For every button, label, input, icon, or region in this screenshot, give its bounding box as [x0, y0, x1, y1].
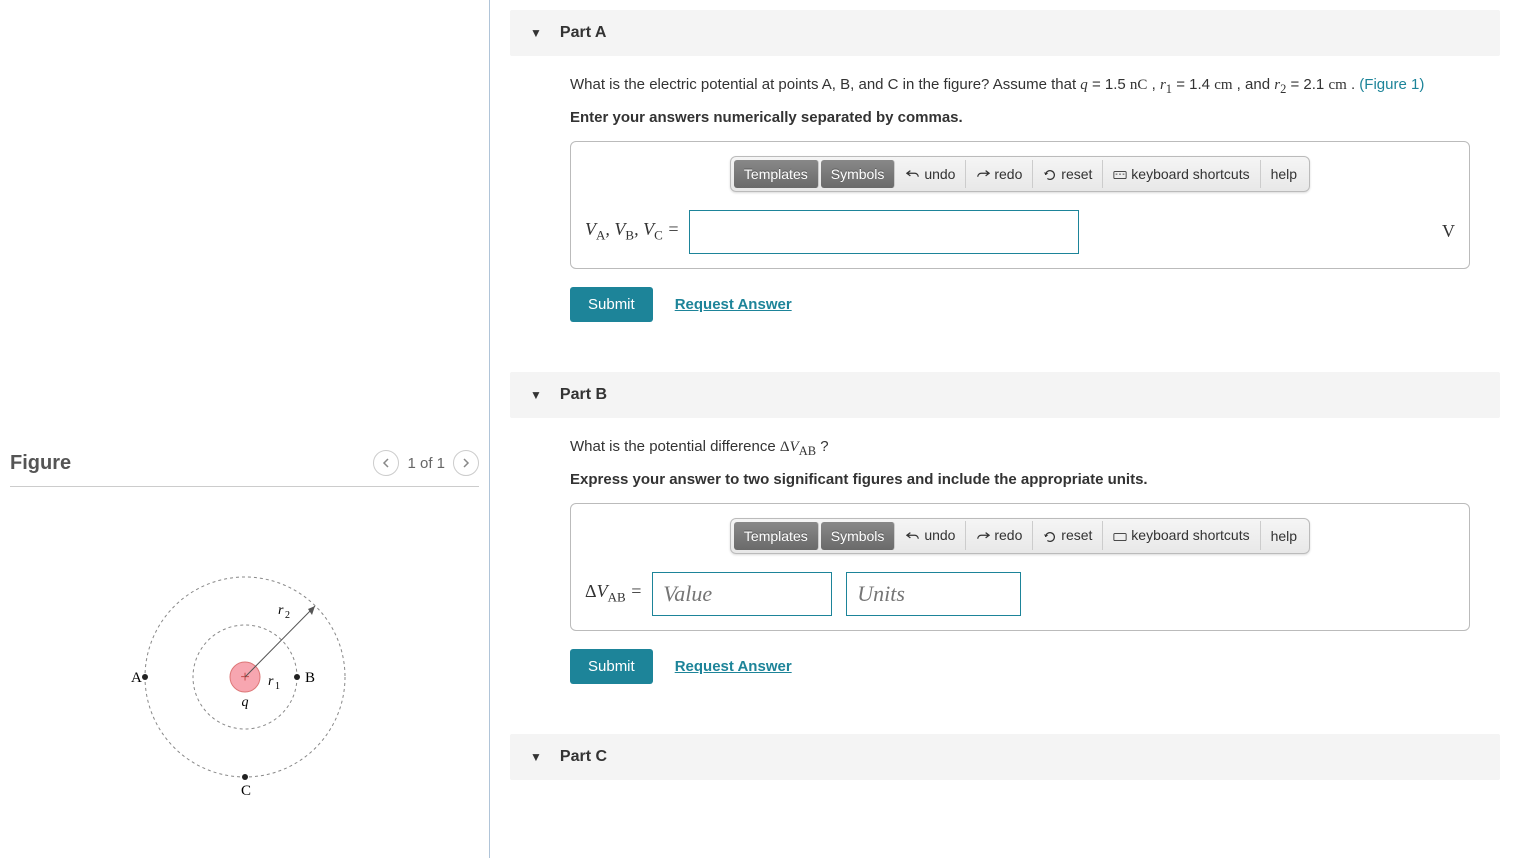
caret-down-icon: ▼ — [530, 388, 542, 402]
svg-text:+: + — [240, 669, 249, 686]
svg-text:1: 1 — [275, 681, 280, 692]
svg-text:2: 2 — [285, 610, 290, 621]
svg-text:r: r — [268, 674, 274, 689]
figure-link[interactable]: (Figure 1) — [1359, 76, 1424, 93]
reset-button[interactable]: reset — [1033, 160, 1103, 188]
undo-button[interactable]: undo — [896, 160, 966, 188]
caret-down-icon: ▼ — [530, 26, 542, 40]
reset-icon — [1043, 168, 1057, 182]
redo-button[interactable]: redo — [966, 521, 1033, 549]
undo-icon — [906, 530, 920, 544]
part-b-units-input[interactable] — [846, 572, 1021, 616]
figure-diagram: + q r 2 r 1 A B C — [10, 547, 479, 827]
part-b-value-input[interactable] — [652, 572, 832, 616]
part-a-answer-input[interactable] — [689, 210, 1079, 254]
part-a-instruction: Enter your answers numerically separated… — [570, 109, 1470, 126]
part-b-question: What is the potential difference ΔVAB ? — [570, 436, 1470, 461]
part-a-answer-label: VA, VB, VC = — [585, 219, 679, 244]
redo-button[interactable]: redo — [966, 160, 1033, 188]
svg-text:r: r — [278, 603, 284, 618]
figure-next-button[interactable] — [453, 450, 479, 476]
part-b-header[interactable]: ▼ Part B — [510, 372, 1500, 418]
part-a-title: Part A — [560, 24, 607, 42]
keyboard-shortcuts-button[interactable]: keyboard shortcuts — [1103, 160, 1260, 188]
part-b-answer-label: ΔVAB = — [585, 581, 642, 606]
part-c-header[interactable]: ▼ Part C — [510, 734, 1500, 780]
svg-text:C: C — [241, 783, 251, 799]
part-a-answer-box: Templates Symbols undo redo reset — [570, 141, 1470, 269]
part-a-header[interactable]: ▼ Part A — [510, 10, 1500, 56]
answer-toolbar: Templates Symbols undo redo reset — [730, 156, 1310, 192]
part-a-unit: V — [1442, 221, 1455, 242]
part-c-title: Part C — [560, 748, 607, 766]
symbols-button[interactable]: Symbols — [821, 522, 896, 550]
figure-prev-button[interactable] — [373, 450, 399, 476]
keyboard-icon — [1113, 530, 1127, 544]
reset-button[interactable]: reset — [1033, 521, 1103, 549]
svg-text:A: A — [131, 670, 142, 686]
submit-button[interactable]: Submit — [570, 287, 653, 322]
svg-text:q: q — [241, 695, 248, 710]
submit-button[interactable]: Submit — [570, 649, 653, 684]
help-button[interactable]: help — [1261, 160, 1307, 188]
redo-icon — [976, 168, 990, 182]
part-b-title: Part B — [560, 386, 607, 404]
figure-title: Figure — [10, 452, 71, 475]
symbols-button[interactable]: Symbols — [821, 160, 896, 188]
request-answer-link[interactable]: Request Answer — [675, 658, 792, 675]
redo-icon — [976, 530, 990, 544]
figure-nav-text: 1 of 1 — [407, 455, 445, 472]
figure-nav: 1 of 1 — [373, 450, 479, 476]
reset-icon — [1043, 530, 1057, 544]
chevron-left-icon — [381, 458, 391, 468]
answer-toolbar: Templates Symbols undo redo reset — [730, 518, 1310, 554]
part-b-instruction: Express your answer to two significant f… — [570, 471, 1470, 488]
keyboard-icon — [1113, 168, 1127, 182]
part-b-answer-box: Templates Symbols undo redo reset — [570, 503, 1470, 631]
chevron-right-icon — [461, 458, 471, 468]
templates-button[interactable]: Templates — [734, 160, 819, 188]
keyboard-shortcuts-button[interactable]: keyboard shortcuts — [1103, 521, 1260, 549]
undo-button[interactable]: undo — [896, 521, 966, 549]
caret-down-icon: ▼ — [530, 750, 542, 764]
part-a-question: What is the electric potential at points… — [570, 74, 1470, 99]
templates-button[interactable]: Templates — [734, 522, 819, 550]
undo-icon — [906, 168, 920, 182]
help-button[interactable]: help — [1261, 522, 1307, 550]
request-answer-link[interactable]: Request Answer — [675, 296, 792, 313]
svg-text:B: B — [305, 670, 315, 686]
